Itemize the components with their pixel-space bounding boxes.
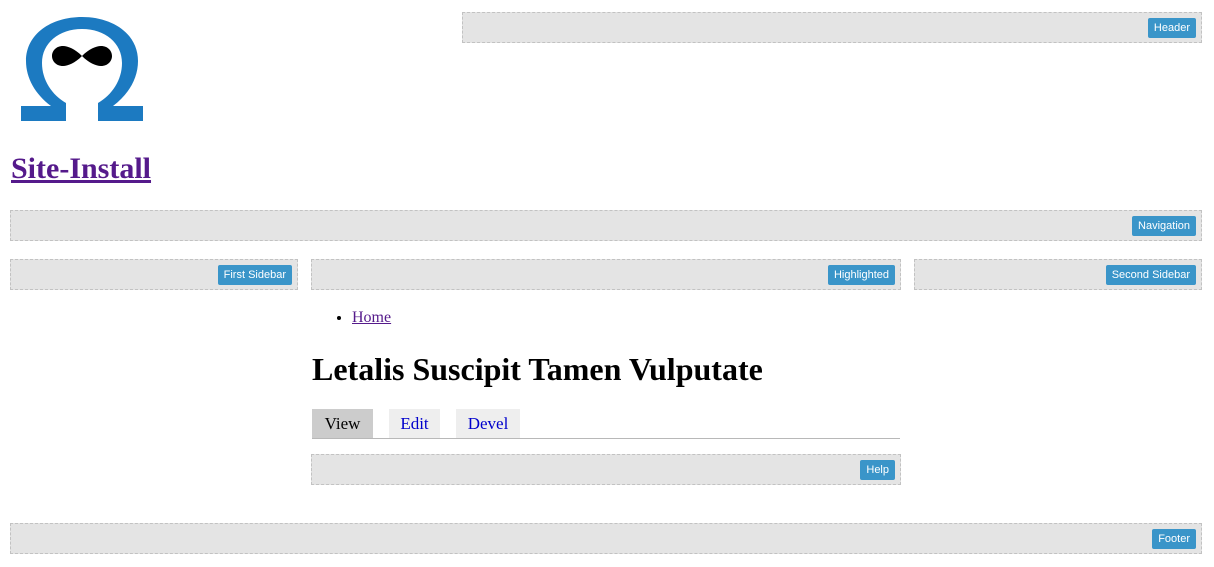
region-help-label: Help (860, 460, 895, 480)
region-highlighted-label: Highlighted (827, 265, 895, 285)
region-footer: Footer (10, 523, 1202, 554)
region-first-sidebar: First Sidebar (10, 259, 298, 290)
site-name[interactable]: Site-Install (11, 151, 151, 187)
omega-logo-icon (21, 17, 143, 121)
region-second-sidebar-label: Second Sidebar (1105, 265, 1196, 285)
region-highlighted: Highlighted (311, 259, 901, 290)
breadcrumb: Home (312, 308, 391, 328)
breadcrumb-item: Home (352, 308, 391, 328)
breadcrumb-home-link[interactable]: Home (352, 309, 391, 326)
tab-edit[interactable]: Edit (389, 409, 440, 438)
region-first-sidebar-label: First Sidebar (217, 265, 292, 285)
region-navigation-label: Navigation (1132, 216, 1196, 236)
page: Site-Install Header Navigation First Sid… (0, 0, 1214, 567)
tab-devel[interactable]: Devel (456, 409, 520, 438)
region-footer-label: Footer (1152, 529, 1196, 549)
region-navigation: Navigation (10, 210, 1202, 241)
tab-view[interactable]: View (312, 409, 373, 438)
region-header-label: Header (1147, 18, 1196, 38)
primary-tabs: View Edit Devel (312, 409, 900, 439)
region-second-sidebar: Second Sidebar (914, 259, 1202, 290)
region-help: Help (311, 454, 901, 485)
region-header: Header (462, 12, 1202, 43)
page-title: Letalis Suscipit Tamen Vulputate (312, 351, 763, 387)
